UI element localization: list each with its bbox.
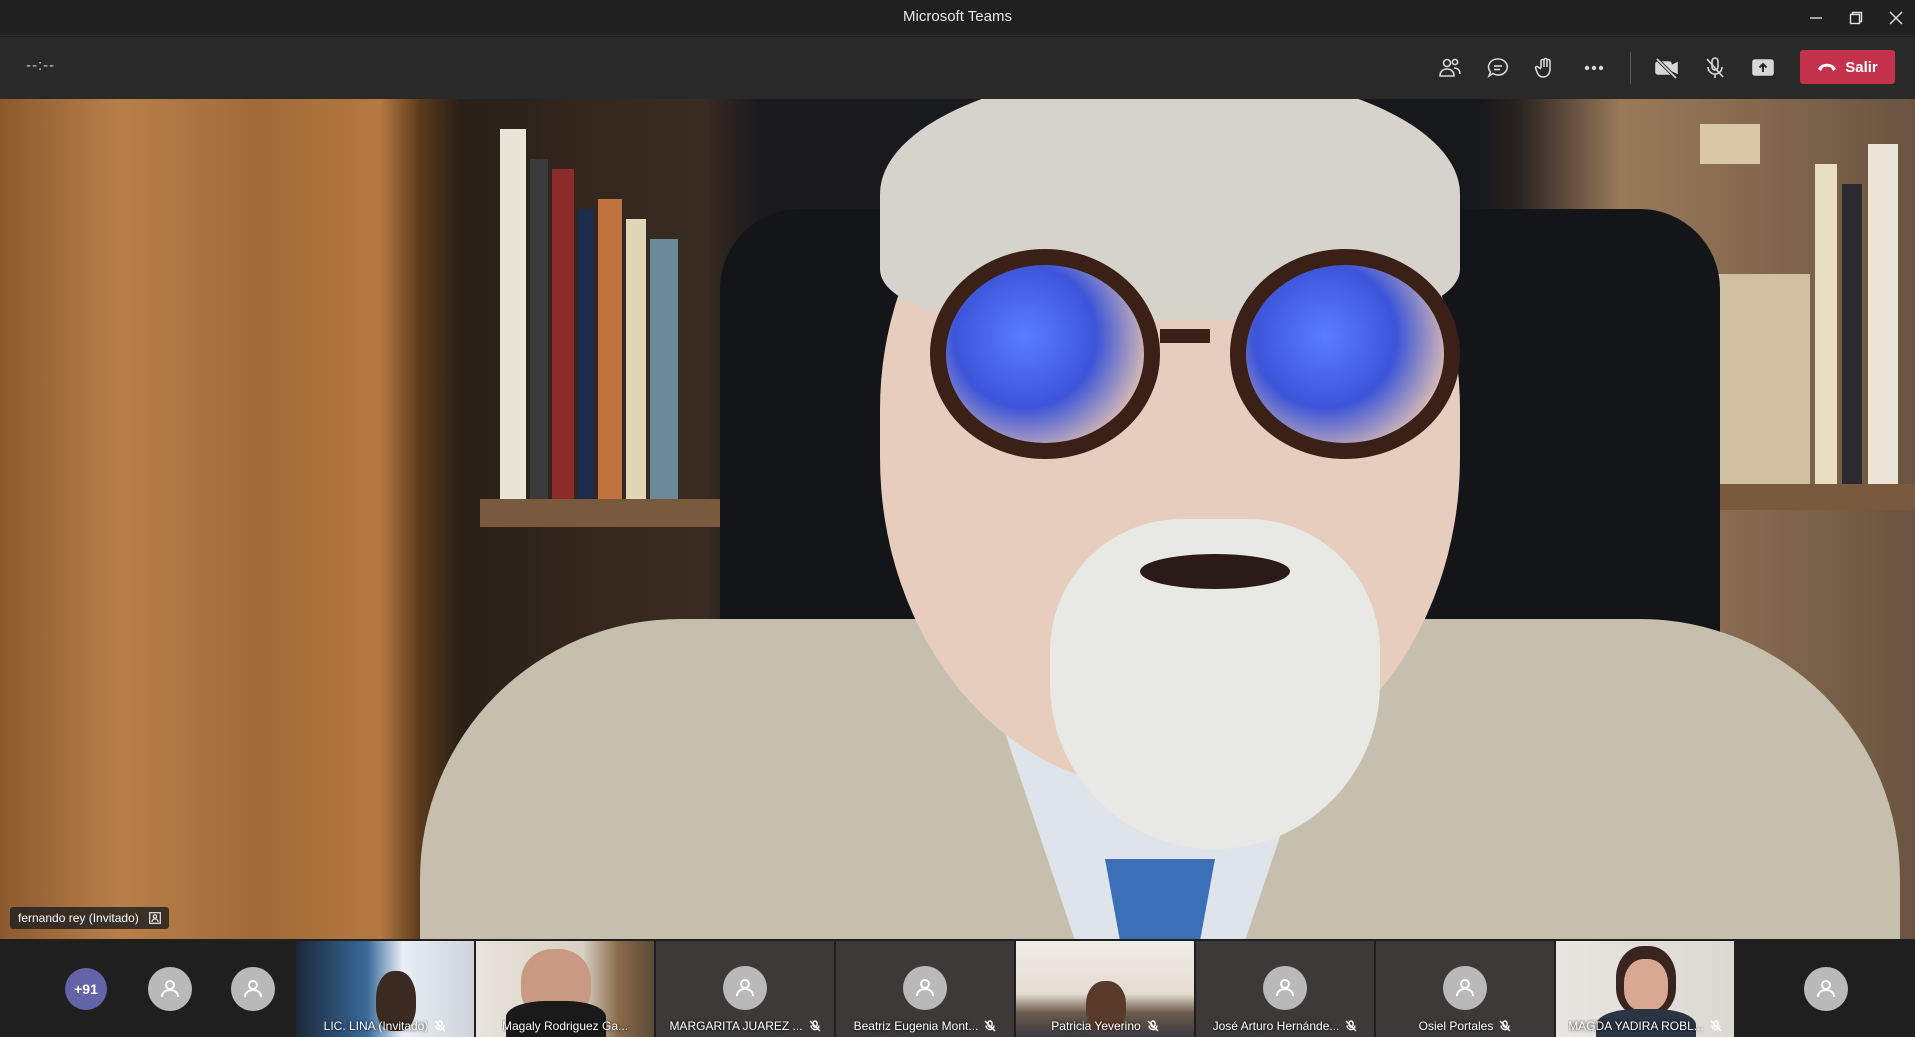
mic-toggle-button[interactable] <box>1695 48 1735 88</box>
speaker-tie <box>1105 859 1215 939</box>
title-bar: Microsoft Teams <box>0 0 1915 36</box>
participant-label: LIC. LINA (Invitado) <box>296 1017 474 1035</box>
participant-avatar <box>1443 966 1487 1010</box>
raise-hand-button[interactable] <box>1526 48 1566 88</box>
participant-label: MARGARITA JUAREZ ... <box>656 1017 834 1035</box>
mic-muted-icon <box>1710 1020 1722 1032</box>
more-participants-badge[interactable]: +91 <box>65 968 107 1010</box>
speaker-name: fernando rey (Invitado) <box>18 911 139 925</box>
participant-name: MAGDA YADIRA ROBL... <box>1568 1019 1704 1033</box>
participant-tile[interactable]: José Arturo Hernánde... <box>1196 941 1374 1037</box>
participant-label: Osiel Portales <box>1376 1017 1554 1035</box>
meeting-timer: --:-- <box>26 57 56 74</box>
bookshelf-left <box>480 499 740 527</box>
participant-name: Patricia Yeverino <box>1051 1019 1141 1033</box>
participant-label: Beatriz Eugenia Mont... <box>836 1017 1014 1035</box>
participant-tile[interactable]: Beatriz Eugenia Mont... <box>836 941 1014 1037</box>
participants-icon <box>1439 58 1461 77</box>
glasses-left-lens <box>930 249 1160 459</box>
speaker-name-tag: fernando rey (Invitado) <box>10 907 169 929</box>
camera-off-icon <box>1655 57 1678 79</box>
minimize-icon <box>1810 17 1822 19</box>
participant-name: Magaly Rodriguez Ga... <box>501 1019 629 1033</box>
close-icon <box>1889 11 1903 25</box>
close-window-button[interactable] <box>1873 0 1915 36</box>
external-user-icon <box>148 912 161 924</box>
meeting-toolbar: --:-- Salir <box>0 37 1915 99</box>
participant-name: LIC. LINA (Invitado) <box>323 1019 429 1033</box>
participant-tile[interactable]: LIC. LINA (Invitado) <box>296 941 474 1037</box>
share-screen-icon <box>1752 59 1774 76</box>
participant-tile[interactable]: MARGARITA JUAREZ ... <box>656 941 834 1037</box>
participant-strip: +91 LIC. LINA (Invitado) Magaly Rodrigue… <box>0 939 1915 1037</box>
mic-muted-icon <box>984 1020 996 1032</box>
chat-icon <box>1487 58 1509 78</box>
leave-label: Salir <box>1845 58 1878 76</box>
main-video-stage: fernando rey (Invitado) <box>0 99 1915 939</box>
glasses-bridge <box>1160 329 1210 343</box>
mic-muted-icon <box>1499 1020 1511 1032</box>
show-chat-button[interactable] <box>1478 48 1518 88</box>
leave-meeting-button[interactable]: Salir <box>1800 50 1895 84</box>
participant-avatar[interactable] <box>1804 967 1848 1011</box>
mic-muted-icon <box>1147 1020 1159 1032</box>
person-icon <box>916 979 934 997</box>
participant-avatar <box>723 966 767 1010</box>
participant-tile[interactable]: Magaly Rodriguez Ga... <box>476 941 654 1037</box>
participant-avatar[interactable] <box>231 967 275 1011</box>
participant-tile[interactable]: Osiel Portales <box>1376 941 1554 1037</box>
camera-toggle-button[interactable] <box>1647 48 1687 88</box>
glasses-right-lens <box>1230 249 1460 459</box>
participant-name: Osiel Portales <box>1418 1019 1494 1033</box>
participant-avatar <box>903 966 947 1010</box>
person-icon <box>736 979 754 997</box>
participant-tile[interactable]: Patricia Yeverino <box>1016 941 1194 1037</box>
person-icon <box>1276 979 1294 997</box>
participant-avatar <box>1263 966 1307 1010</box>
restore-icon <box>1849 11 1863 25</box>
speaker-mouth <box>1140 554 1290 589</box>
participant-avatar[interactable] <box>148 967 192 1011</box>
mic-muted-icon <box>1345 1020 1357 1032</box>
bookshelf-right <box>1700 484 1915 510</box>
raise-hand-icon <box>1534 57 1551 78</box>
window-title: Microsoft Teams <box>903 8 1012 25</box>
participant-name: Beatriz Eugenia Mont... <box>853 1019 979 1033</box>
person-icon <box>244 980 262 998</box>
books-left <box>500 109 730 499</box>
person-icon <box>1456 979 1474 997</box>
show-participants-button[interactable] <box>1430 48 1470 88</box>
mic-muted-icon <box>809 1020 821 1032</box>
participant-tile[interactable]: MAGDA YADIRA ROBL... <box>1556 941 1734 1037</box>
participant-label: MAGDA YADIRA ROBL... <box>1556 1017 1734 1035</box>
participant-label: Patricia Yeverino <box>1016 1017 1194 1035</box>
participant-name: José Arturo Hernánde... <box>1212 1019 1340 1033</box>
participant-label: José Arturo Hernánde... <box>1196 1017 1374 1035</box>
mic-muted-icon <box>434 1020 446 1032</box>
more-actions-button[interactable] <box>1574 48 1614 88</box>
participant-name: MARGARITA JUAREZ ... <box>669 1019 803 1033</box>
share-content-button[interactable] <box>1743 48 1783 88</box>
toolbar-divider <box>1630 52 1631 84</box>
person-icon <box>161 980 179 998</box>
hang-up-icon <box>1818 63 1837 71</box>
more-options-icon <box>1584 65 1604 71</box>
participant-label: Magaly Rodriguez Ga... <box>476 1017 654 1035</box>
mic-off-icon <box>1706 57 1724 78</box>
books-right <box>1700 119 1915 484</box>
person-icon <box>1817 980 1835 998</box>
